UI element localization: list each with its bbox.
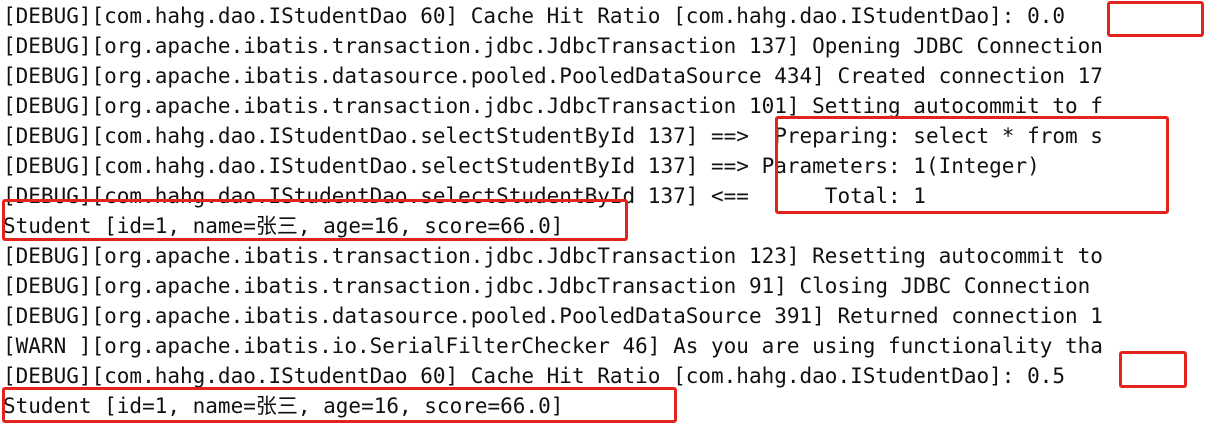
- log-line: [DEBUG][org.apache.ibatis.transaction.jd…: [3, 244, 1103, 268]
- log-line: [DEBUG][com.hahg.dao.IStudentDao 60] Cac…: [3, 4, 1066, 28]
- warn-line: [WARN ][org.apache.ibatis.io.SerialFilte…: [3, 334, 1103, 358]
- console-output: [DEBUG][com.hahg.dao.IStudentDao 60] Cac…: [0, 0, 1211, 427]
- log-line: [DEBUG][org.apache.ibatis.datasource.poo…: [3, 64, 1103, 88]
- log-line: [DEBUG][com.hahg.dao.IStudentDao.selectS…: [3, 154, 1040, 178]
- log-line: [DEBUG][org.apache.ibatis.transaction.jd…: [3, 94, 1103, 118]
- result-line: Student [id=1, name=张三, age=16, score=66…: [3, 394, 564, 418]
- log-line: [DEBUG][org.apache.ibatis.transaction.jd…: [3, 274, 1091, 298]
- log-line: [DEBUG][com.hahg.dao.IStudentDao.selectS…: [3, 124, 1103, 148]
- log-line: [DEBUG][org.apache.ibatis.transaction.jd…: [3, 34, 1103, 58]
- log-line: [DEBUG][com.hahg.dao.IStudentDao 60] Cac…: [3, 364, 1066, 388]
- log-line: [DEBUG][org.apache.ibatis.datasource.poo…: [3, 304, 1103, 328]
- log-lines: [DEBUG][com.hahg.dao.IStudentDao 60] Cac…: [0, 0, 1211, 421]
- log-line: [DEBUG][com.hahg.dao.IStudentDao.selectS…: [3, 184, 926, 208]
- result-line: Student [id=1, name=张三, age=16, score=66…: [3, 214, 564, 238]
